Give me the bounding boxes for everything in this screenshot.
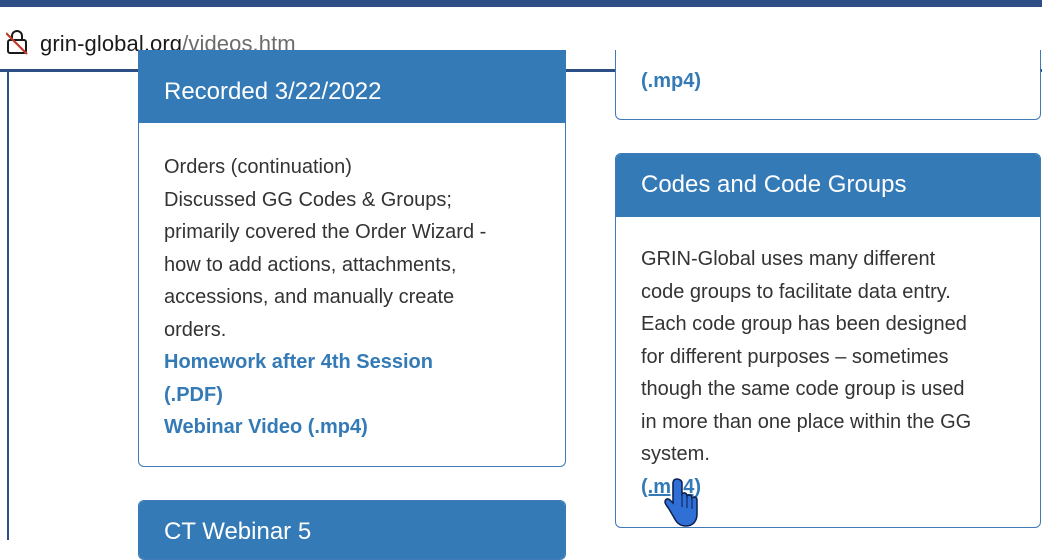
codes-text-line: though the same code group is used [641,378,965,400]
session-text-line: Discussed GG Codes & Groups; [164,188,452,211]
session-text-line: primarily covered the Order Wizard - [164,221,487,243]
session-text-line: accessions, and manually create [164,286,455,308]
homework-link-line1: Homework after 4th Session [164,351,433,373]
next-webinar-heading: CT Webinar 5 [139,501,565,559]
homework-link-line2: (.PDF) [164,383,223,406]
session-text-line: how to add actions, attachments, [164,253,457,276]
session-panel-heading: Recorded 3/22/2022 [139,50,565,123]
session-panel: Recorded 3/22/2022 Orders (continuation)… [138,50,566,467]
window-left-border [7,72,9,540]
codes-text-line: code groups to facilitate data entry. [641,280,951,303]
codes-panel: Codes and Code Groups GRIN-Global uses m… [615,153,1041,528]
next-webinar-panel: CT Webinar 5 [138,500,566,560]
previous-video-panel: (.mp4) [615,50,1041,120]
previous-video-link[interactable]: (.mp4) [641,65,1040,98]
previous-video-panel-body: (.mp4) [616,50,1040,98]
lock-icon[interactable] [6,29,28,55]
session-text-line: Orders (continuation) [164,156,352,178]
codes-panel-body: GRIN-Global uses many different code gro… [616,217,1026,503]
session-panel-body: Orders (continuation) Discussed GG Codes… [139,123,544,444]
codes-text-line: GRIN-Global uses many different [641,248,936,270]
codes-text-line: Each code group has been designed [641,313,967,335]
codes-text-line: system. [641,443,710,465]
hand-pointer-icon [664,478,698,527]
codes-text-line: in more than one place within the GG [641,410,972,433]
codes-panel-heading: Codes and Code Groups [616,154,1040,217]
session-text-line: orders. [164,318,227,341]
webinar-video-link[interactable]: Webinar Video (.mp4) [164,411,544,444]
homework-pdf-link[interactable]: Homework after 4th Session (.PDF) [164,346,544,411]
codes-text-line: for different purposes – sometimes [641,345,949,368]
window-top-border [0,0,1042,7]
